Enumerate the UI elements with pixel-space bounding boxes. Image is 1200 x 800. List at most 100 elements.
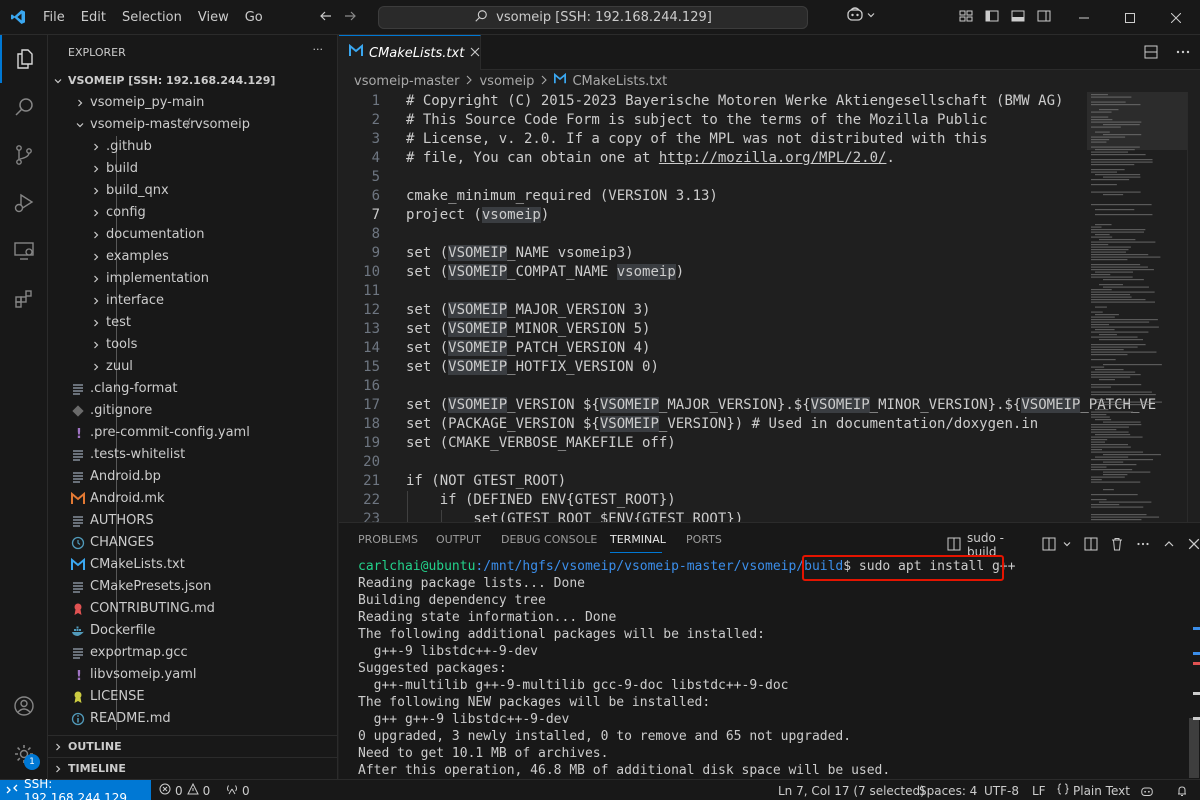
folder-item[interactable]: implementation [48, 268, 338, 290]
explorer-icon[interactable] [0, 35, 48, 83]
folder-item[interactable]: config [48, 202, 338, 224]
folder-item[interactable]: .github [48, 136, 338, 158]
problems-status[interactable]: 0 0 [159, 780, 210, 800]
menu-view[interactable]: View [190, 0, 237, 35]
file-item[interactable]: ! .pre-commit-config.yaml [48, 422, 338, 444]
file-item[interactable]: Dockerfile [48, 620, 338, 642]
customize-layout-icon[interactable] [958, 8, 974, 28]
file-item[interactable]: Android.mk [48, 488, 338, 510]
folder-item[interactable]: zuul [48, 356, 338, 378]
minimize-icon[interactable] [1061, 0, 1107, 35]
folder-item[interactable]: examples [48, 246, 338, 268]
menu-selection[interactable]: Selection [114, 0, 190, 35]
tab-cmakelists[interactable]: CMakeLists.txt [339, 35, 481, 70]
remote-explorer-icon[interactable] [0, 227, 48, 275]
folder-item[interactable]: interface [48, 290, 338, 312]
split-editor-icon[interactable] [1143, 44, 1159, 64]
minimap-line [1091, 249, 1129, 251]
source-control-icon[interactable] [0, 131, 48, 179]
search-view-icon[interactable] [0, 83, 48, 131]
file-item[interactable]: CONTRIBUTING.md [48, 598, 338, 620]
scrollbar-thumb[interactable] [1189, 718, 1199, 778]
code-editor[interactable]: 1 # Copyright (C) 2015-2023 Bayerische Mo… [339, 92, 1200, 522]
back-arrow-icon[interactable] [318, 8, 334, 28]
layout-controls [958, 0, 1052, 35]
menu-go[interactable]: Go [237, 0, 271, 35]
tab-output[interactable]: OUTPUT [436, 533, 481, 546]
item-label: config [106, 205, 146, 220]
terminal[interactable]: carlchai@ubuntu:/mnt/hgfs/vsomeip/vsomei… [358, 558, 1193, 780]
breadcrumb-item[interactable]: vsomeip-master [354, 74, 459, 89]
menu-edit[interactable]: Edit [73, 0, 114, 35]
command-center-search[interactable]: vsomeip [SSH: 192.168.244.129] [378, 6, 808, 29]
file-item[interactable]: CMakeLists.txt [48, 554, 338, 576]
close-icon[interactable] [1153, 0, 1199, 35]
toggle-primary-sidebar-icon[interactable] [984, 8, 1000, 28]
tab-ports[interactable]: PORTS [686, 533, 722, 546]
folder-item[interactable]: documentation [48, 224, 338, 246]
close-icon[interactable] [470, 46, 480, 61]
folder-item[interactable]: build_qnx [48, 180, 338, 202]
file-item[interactable]: LICENSE [48, 686, 338, 708]
outline-section[interactable]: OUTLINE [48, 735, 338, 757]
file-item[interactable]: .tests-whitelist [48, 444, 338, 466]
remote-indicator[interactable]: SSH: 192.168.244.129 [0, 777, 151, 800]
ports-status[interactable]: 0 [226, 780, 250, 800]
folder-item[interactable]: vsomeip-master / vsomeip [48, 114, 338, 136]
split-panel-icon[interactable] [1084, 537, 1098, 554]
manage-gear-icon[interactable]: 1 [0, 730, 48, 778]
copilot-status-icon[interactable] [1140, 780, 1154, 800]
minimap-line [1103, 421, 1141, 423]
toggle-panel-icon[interactable] [1010, 8, 1026, 28]
code-text: set (VSOMEIP_COMPAT_NAME vsomeip) [406, 263, 684, 282]
more-actions-icon[interactable]: ··· [313, 43, 324, 56]
account-icon[interactable] [0, 682, 48, 730]
tab-debug-console[interactable]: DEBUG CONSOLE [501, 533, 597, 546]
code-link[interactable]: http://mozilla.org/MPL/2.0/ [659, 150, 887, 166]
minimap[interactable] [1087, 92, 1187, 522]
encoding[interactable]: UTF-8 [984, 780, 1019, 800]
cursor-position[interactable]: Ln 7, Col 17 (7 selected) [778, 780, 925, 800]
copilot-menu[interactable] [846, 6, 876, 26]
file-item[interactable]: README.md [48, 708, 338, 730]
tab-problems[interactable]: PROBLEMS [358, 533, 418, 546]
file-item[interactable]: CMakePresets.json [48, 576, 338, 598]
terminal-scrollbar[interactable] [1186, 558, 1200, 780]
folder-item[interactable]: build [48, 158, 338, 180]
file-item[interactable]: exportmap.gcc [48, 642, 338, 664]
indentation[interactable]: Spaces: 4 [919, 780, 977, 800]
chevron-down-icon[interactable] [1062, 538, 1072, 552]
notifications-bell-icon[interactable] [1176, 780, 1188, 800]
split-terminal-icon[interactable] [1042, 537, 1056, 554]
workspace-root[interactable]: VSOMEIP [SSH: 192.168.244.129] [48, 70, 338, 92]
end-of-line[interactable]: LF [1032, 780, 1046, 800]
trash-icon[interactable] [1110, 537, 1124, 554]
file-item[interactable]: AUTHORS [48, 510, 338, 532]
maximize-panel-icon[interactable] [1162, 537, 1176, 554]
extensions-icon[interactable] [0, 275, 48, 323]
breadcrumb-item[interactable]: CMakeLists.txt [572, 74, 667, 89]
folder-item[interactable]: tools [48, 334, 338, 356]
more-actions-icon[interactable] [1175, 44, 1191, 64]
minimap-viewport[interactable] [1087, 92, 1187, 150]
menu-file[interactable]: File [35, 0, 73, 35]
folder-item[interactable]: vsomeip_py-main [48, 92, 338, 114]
editor-scrollbar[interactable] [1187, 92, 1200, 522]
file-item[interactable]: ! libvsomeip.yaml [48, 664, 338, 686]
tab-terminal[interactable]: TERMINAL [610, 533, 666, 546]
more-actions-icon[interactable] [1136, 537, 1150, 554]
maximize-icon[interactable] [1107, 0, 1153, 35]
file-item[interactable]: CHANGES [48, 532, 338, 554]
forward-arrow-icon[interactable] [342, 8, 358, 28]
file-item[interactable]: .gitignore [48, 400, 338, 422]
file-item[interactable]: .clang-format [48, 378, 338, 400]
language-mode[interactable]: Plain Text [1057, 780, 1130, 800]
folder-item[interactable]: test [48, 312, 338, 334]
minimap-line [1091, 226, 1102, 228]
minimap-line [1099, 379, 1115, 381]
breadcrumb-item[interactable]: vsomeip [479, 74, 534, 89]
file-item[interactable]: Android.bp [48, 466, 338, 488]
toggle-secondary-sidebar-icon[interactable] [1036, 8, 1052, 28]
run-debug-icon[interactable] [0, 179, 48, 227]
close-panel-icon[interactable] [1188, 538, 1200, 553]
